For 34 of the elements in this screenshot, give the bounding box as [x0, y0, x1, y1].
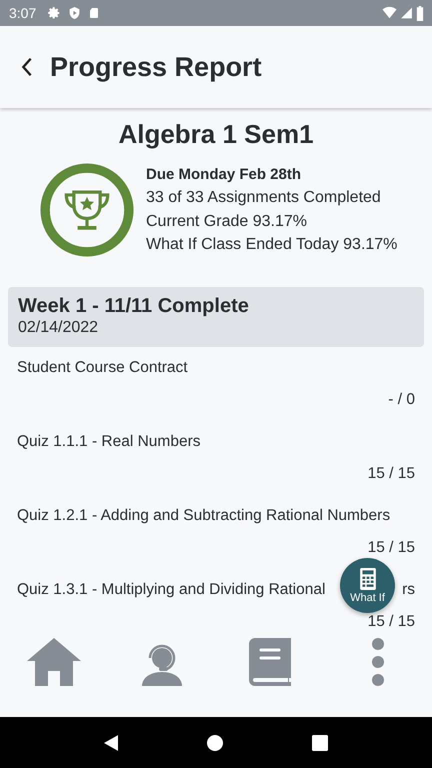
- due-date: Due Monday Feb 28th: [146, 165, 302, 186]
- assignment-score: - / 0: [387, 390, 415, 410]
- assignment-name[interactable]: Quiz 1.3.1 - Multiplying and Dividing Rational: [17, 579, 326, 600]
- recents-icon[interactable]: [312, 734, 328, 750]
- more-icon[interactable]: [371, 638, 385, 686]
- signal-icon: [400, 6, 413, 20]
- battery-icon: [416, 6, 424, 20]
- assignment-score: 15 / 15: [366, 612, 415, 632]
- week-title: Week 1 - 11/11 Complete: [18, 294, 250, 318]
- course-title: Algebra 1 Sem1: [117, 118, 315, 151]
- assignment-name[interactable]: Quiz 1.1.1 - Real Numbers: [17, 431, 415, 452]
- assignment-name-end: rs: [402, 580, 415, 600]
- back-icon[interactable]: [104, 734, 118, 750]
- wifi-icon: [382, 6, 397, 20]
- home-icon[interactable]: [206, 734, 223, 750]
- assignment-name[interactable]: Student Course Contract: [17, 357, 415, 378]
- shield-icon: [68, 6, 82, 20]
- assignment-score: 15 / 15: [366, 538, 415, 558]
- trophy-icon: [40, 163, 134, 257]
- page-title: Progress Report: [50, 52, 262, 82]
- week-header[interactable]: Week 1 - 11/11 Complete 02/14/2022: [8, 287, 424, 347]
- settings-icon: [47, 6, 62, 20]
- what-if-grade: What If Class Ended Today 93.17%: [146, 235, 398, 256]
- calculator-icon: [360, 568, 376, 590]
- assignment-name[interactable]: Quiz 1.2.1 - Adding and Subtracting Rational Numbers: [17, 505, 415, 526]
- sd-card-icon: [88, 6, 100, 20]
- back-icon[interactable]: [20, 56, 34, 78]
- week-date: 02/14/2022: [18, 318, 100, 338]
- current-grade: Current Grade 93.17%: [146, 212, 308, 232]
- book-icon[interactable]: [249, 638, 291, 686]
- status-time: 3:07: [9, 5, 36, 21]
- what-if-button[interactable]: What If: [340, 558, 395, 613]
- assignments-completed: 33 of 33 Assignments Completed: [146, 188, 382, 208]
- assignment-score: 15 / 15: [366, 464, 415, 484]
